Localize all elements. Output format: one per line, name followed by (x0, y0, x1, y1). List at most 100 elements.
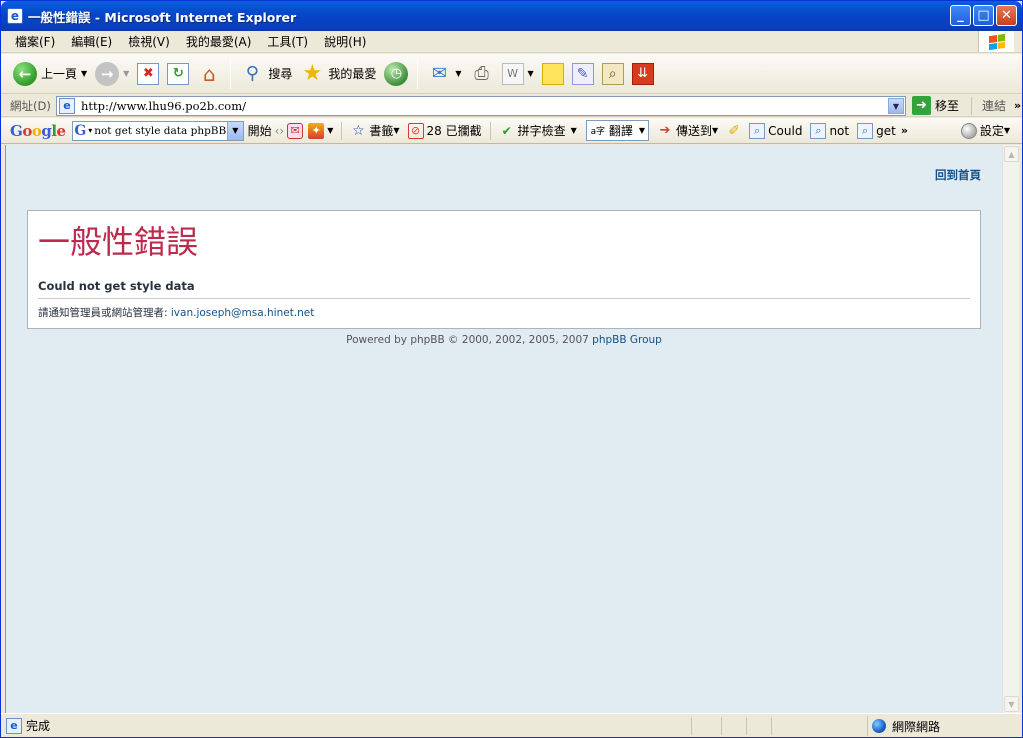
minimize-button[interactable]: _ (950, 5, 971, 26)
address-label: 網址(D) (10, 98, 51, 113)
window-controls: _ □ ✕ (950, 5, 1017, 26)
translate-icon: a字 (590, 127, 606, 137)
google-separator (489, 121, 491, 140)
download-icon: ⇊ (631, 62, 654, 85)
maximize-icon: □ (977, 8, 990, 23)
scroll-down-icon[interactable]: ▼ (1004, 696, 1019, 712)
spellcheck-label: 拼字檢查 (517, 124, 566, 138)
notes-button[interactable] (538, 58, 568, 90)
translate-dropdown-icon[interactable]: ▼ (639, 126, 645, 135)
menu-tools[interactable]: 工具(T) (259, 33, 316, 50)
bookmarks-button[interactable]: ☆ 書籤 ▼ (350, 122, 399, 139)
note-icon (541, 62, 564, 85)
history-icon: ◷ (384, 61, 409, 86)
news-icon: ✉ (287, 122, 304, 139)
highlight-button[interactable]: ✐ (726, 123, 745, 139)
resize-handle-icon[interactable]: ‹› (275, 124, 285, 138)
printer-icon: ⎙ (474, 63, 489, 84)
back-button[interactable]: ← 上一頁 ▼ (9, 58, 91, 90)
find-word-could[interactable]: ⌕ Could (749, 122, 803, 139)
stop-button[interactable]: ✖ (133, 58, 163, 90)
forward-button[interactable]: → ▼ (91, 58, 133, 90)
sendto-label: 傳送到 (675, 124, 712, 138)
close-icon: ✕ (1001, 8, 1012, 23)
find-icon: ⌕ (857, 122, 874, 139)
menu-favorites[interactable]: 我的最愛(A) (178, 33, 260, 50)
google-logo[interactable]: Google (10, 122, 66, 140)
blocked-count-label: 28 已攔截 (426, 124, 482, 138)
page-viewport[interactable]: 回到首頁 一般性錯誤 Could not get style data 請通知管… (5, 145, 1002, 713)
history-button[interactable]: ◷ (380, 58, 412, 90)
search-type-dropdown-icon[interactable]: ▾ (88, 126, 92, 135)
home-page-link[interactable]: 回到首頁 (935, 167, 981, 183)
bookmark-star-icon: ☆ (352, 122, 365, 139)
print-button[interactable]: ⎙ (466, 58, 498, 90)
search-button[interactable]: ⚲ 搜尋 (236, 58, 296, 90)
bookmarks-dropdown-icon: ▼ (393, 126, 400, 135)
spellcheck-button[interactable]: ✔ 拼字檢查 ▼ (499, 122, 577, 139)
mail-button[interactable]: ✉ ▼ (423, 58, 465, 90)
google-search-input[interactable]: G ▾ not get style data phpBB ▼ (71, 120, 244, 141)
popup-blocker-icon: ⊘ (407, 122, 424, 139)
find-word-label: Could (768, 123, 803, 138)
google-separator (341, 121, 343, 140)
refresh-button[interactable]: ↻ (163, 58, 193, 90)
address-url[interactable]: http://www.lhu96.po2b.com/ (81, 99, 246, 113)
popup-blocker-button[interactable]: ⊘ 28 已攔截 (407, 122, 482, 139)
google-search-dropdown-icon[interactable]: ▼ (226, 121, 243, 140)
internet-globe-icon (872, 719, 886, 733)
google-search-text[interactable]: not get style data phpBB (94, 125, 227, 137)
address-bar: 網址(D) e http://www.lhu96.po2b.com/ ▼ ➜ 移… (1, 95, 1022, 117)
home-button[interactable]: ⌂ (193, 58, 225, 90)
vertical-scrollbar[interactable]: ▲ ▼ (1002, 145, 1019, 713)
footer-powered-by: Powered by phpBB © 2000, 2002, 2005, 200… (346, 334, 589, 346)
favorites-button[interactable]: ★ 我的最愛 (296, 58, 380, 90)
maximize-button[interactable]: □ (973, 5, 994, 26)
close-button[interactable]: ✕ (996, 5, 1017, 26)
menu-view[interactable]: 檢視(V) (120, 33, 178, 50)
menu-edit[interactable]: 編輯(E) (63, 33, 120, 50)
back-dropdown-icon[interactable]: ▼ (81, 69, 87, 78)
go-label: 移至 (935, 99, 960, 113)
go-button[interactable]: ➜ 移至 (912, 96, 959, 115)
phpbb-group-link[interactable]: phpBB Group (592, 334, 662, 346)
windows-logo (978, 31, 1014, 52)
gadgets-dropdown-icon[interactable]: ▼ (327, 126, 333, 135)
find-word-get[interactable]: ⌕ get (857, 122, 896, 139)
mail-dropdown-icon[interactable]: ▼ (455, 69, 461, 78)
links-label[interactable]: 連結 (982, 97, 1006, 114)
edit-dropdown-icon[interactable]: ▼ (528, 69, 534, 78)
forward-dropdown-icon[interactable]: ▼ (123, 69, 129, 78)
settings-gear-icon (960, 122, 977, 139)
address-dropdown-icon[interactable]: ▼ (888, 97, 904, 114)
address-input[interactable]: e http://www.lhu96.po2b.com/ ▼ (56, 95, 906, 116)
page-done-icon: e (6, 717, 22, 734)
sendto-button[interactable]: ➔ 傳送到 ▼ (657, 122, 719, 139)
scroll-up-icon[interactable]: ▲ (1004, 146, 1019, 162)
research-button[interactable]: ⌕ (598, 58, 628, 90)
security-zone[interactable]: 網際網路 (867, 716, 940, 736)
spellcheck-dropdown-icon[interactable]: ▼ (571, 126, 577, 135)
settings-button[interactable]: 設定 ▼ (960, 122, 1010, 139)
menu-help[interactable]: 說明(H) (316, 33, 374, 50)
google-search-button[interactable]: 開始 (248, 122, 272, 139)
title-bar[interactable]: e 一般性錯誤 - Microsoft Internet Explorer _ … (1, 1, 1022, 31)
admin-email-link[interactable]: ivan.joseph@msa.hinet.net (171, 307, 315, 319)
star-icon: ★ (302, 61, 323, 86)
more-chevron-icon[interactable]: » (901, 124, 908, 137)
gadgets-button[interactable]: ✦ ▼ (308, 122, 333, 139)
chevron-right-icon[interactable]: » (1014, 99, 1021, 112)
status-text: 完成 (26, 719, 51, 733)
google-g-icon[interactable]: G (73, 122, 89, 140)
status-bar: e 完成 網際網路 (1, 713, 1022, 737)
find-word-not[interactable]: ⌕ not (810, 122, 849, 139)
translate-button[interactable]: a字 翻譯 ▼ (585, 120, 649, 141)
edit-button[interactable]: W ▼ (498, 58, 538, 90)
window-title: 一般性錯誤 - Microsoft Internet Explorer (28, 9, 297, 25)
download-button[interactable]: ⇊ (628, 58, 658, 90)
menu-bar: 檔案(F) 編輯(E) 檢視(V) 我的最愛(A) 工具(T) 說明(H) (1, 31, 1022, 53)
news-button[interactable]: ✉ (287, 122, 306, 139)
messenger-button[interactable]: ✎ (568, 58, 598, 90)
menu-file[interactable]: 檔案(F) (7, 33, 63, 50)
sendto-arrow-icon: ➔ (659, 123, 671, 138)
